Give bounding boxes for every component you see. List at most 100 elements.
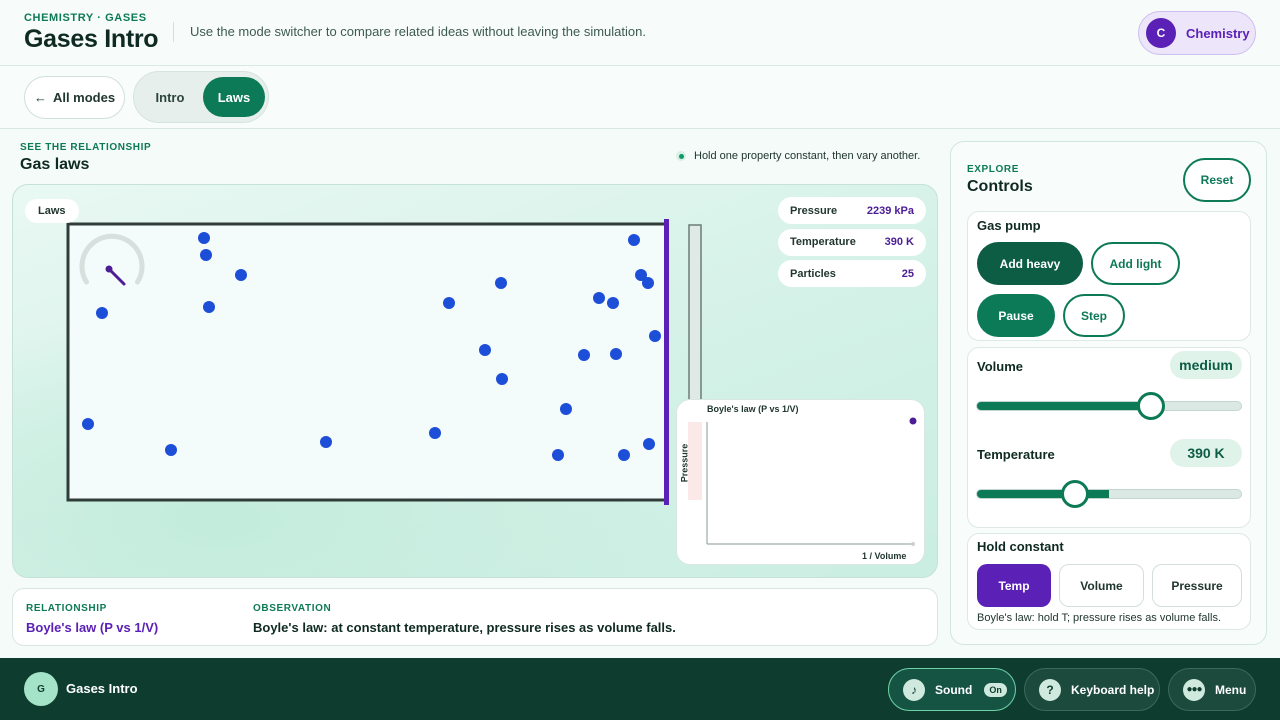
gas-particle <box>643 438 655 450</box>
footer-title: Gases Intro <box>66 681 138 696</box>
observation-text: Boyle's law: at constant temperature, pr… <box>253 620 676 635</box>
ellipsis-icon: ●●● <box>1183 678 1205 701</box>
gas-particle <box>496 373 508 385</box>
readout-value: 25 <box>901 267 914 280</box>
gas-particle <box>618 449 630 461</box>
music-note-icon: ♪ <box>903 678 925 701</box>
keyboard-help-label: Keyboard help <box>1071 682 1155 697</box>
gas-particle <box>593 292 605 304</box>
volume-slider[interactable] <box>976 392 1242 420</box>
panel-eyebrow: EXPLORE <box>967 164 1019 175</box>
add-heavy-button[interactable]: Add heavy <box>977 242 1083 285</box>
hold-volume-button[interactable]: Volume <box>1059 564 1144 607</box>
gas-particle <box>203 301 215 313</box>
temperature-slider-fill <box>977 490 1109 498</box>
pause-button[interactable]: Pause <box>977 294 1055 337</box>
gas-particle <box>443 297 455 309</box>
volume-slider-thumb[interactable] <box>1137 392 1166 420</box>
controls-panel: EXPLORE Controls Reset Gas pump Add heav… <box>950 141 1267 645</box>
gas-pump-card: Gas pump Add heavy Add light Pause Step <box>967 211 1251 341</box>
graph-origin-point <box>911 542 915 546</box>
gas-particle <box>628 234 640 246</box>
gas-particle <box>96 307 108 319</box>
sound-state-badge: On <box>984 682 1007 697</box>
readout-value: 390 K <box>884 236 914 248</box>
temperature-slider[interactable] <box>976 480 1242 508</box>
observation-label: OBSERVATION <box>253 603 332 614</box>
gas-particle <box>649 330 661 342</box>
subject-chip[interactable]: C Chemistry <box>1138 11 1256 55</box>
gas-pump-title: Gas pump <box>977 218 1041 233</box>
graph-data-point <box>909 417 917 425</box>
hold-constant-title: Hold constant <box>977 539 1064 554</box>
footer-bar: G Gases Intro ♪ Sound On ? Keyboard help… <box>0 658 1280 720</box>
mode-switcher: Intro Laws <box>133 71 269 123</box>
gas-particle <box>560 403 572 415</box>
stage-tag: Laws <box>25 199 79 223</box>
graph-plot <box>688 417 917 546</box>
gas-particle <box>235 269 247 281</box>
tab-laws[interactable]: Laws <box>203 77 265 117</box>
status-dot-icon <box>676 151 686 161</box>
gas-particle <box>642 277 654 289</box>
header-divider <box>173 22 174 42</box>
relationship-bar: RELATIONSHIP Boyle's law (P vs 1/V) OBSE… <box>12 588 938 646</box>
all-modes-button[interactable]: ← All modes <box>24 76 125 119</box>
gas-particle <box>552 449 564 461</box>
gas-particle <box>607 297 619 309</box>
reset-button[interactable]: Reset <box>1183 158 1251 202</box>
relationship-label: RELATIONSHIP <box>26 603 107 614</box>
subject-label: Chemistry <box>1186 25 1250 41</box>
temperature-value-badge: 390 K <box>1170 439 1242 467</box>
gas-particle <box>479 344 491 356</box>
pressure-tube <box>688 224 702 406</box>
readout-temperature: Temperature 390 K <box>778 228 926 256</box>
section-eyebrow: SEE THE RELATIONSHIP <box>20 142 152 153</box>
tab-intro[interactable]: Intro <box>138 77 202 117</box>
graph-x-label: 1 / Volume <box>862 551 907 561</box>
hint-text: Hold one property constant, then vary an… <box>694 150 921 162</box>
gas-particle <box>320 436 332 448</box>
section-title: Gas laws <box>20 156 90 173</box>
keyboard-help-button[interactable]: ? Keyboard help <box>1024 668 1160 711</box>
gas-particle <box>200 249 212 261</box>
readout-label: Particles <box>790 267 836 280</box>
state-sliders-card: Volume medium Temperature 390 K <box>967 347 1251 528</box>
avatar: G <box>24 672 58 706</box>
gas-particle <box>495 277 507 289</box>
all-modes-label: All modes <box>52 90 116 105</box>
volume-wall-handle[interactable] <box>664 219 669 505</box>
hold-temp-button[interactable]: Temp <box>977 564 1051 607</box>
question-icon: ? <box>1039 678 1061 701</box>
volume-slider-fill <box>977 402 1152 410</box>
pressure-bar <box>688 422 702 500</box>
step-button[interactable]: Step <box>1063 294 1125 337</box>
add-light-button[interactable]: Add light <box>1091 242 1180 285</box>
sound-label: Sound <box>935 682 973 697</box>
relationship-value: Boyle's law (P vs 1/V) <box>26 620 159 635</box>
app-header: CHEMISTRY · GASES Gases Intro Use the mo… <box>0 0 1280 66</box>
sound-toggle-button[interactable]: ♪ Sound On <box>888 668 1016 711</box>
hold-pressure-button[interactable]: Pressure <box>1152 564 1242 607</box>
menu-button[interactable]: ●●● Menu <box>1168 668 1256 711</box>
panel-title: Controls <box>967 178 1033 195</box>
gas-particle <box>82 418 94 430</box>
arrow-left-icon: ← <box>33 90 47 105</box>
readout-value: 2239 kPa <box>866 204 914 217</box>
temperature-slider-thumb[interactable] <box>1060 480 1089 508</box>
readout-label: Temperature <box>790 236 856 248</box>
avatar: C <box>1146 18 1176 48</box>
gas-particle <box>198 232 210 244</box>
readout-list: Pressure 2239 kPa Temperature 390 K Part… <box>778 197 926 292</box>
readout-pressure: Pressure 2239 kPa <box>778 197 926 224</box>
volume-value-badge: medium <box>1170 351 1242 379</box>
graph-title: Boyle's law (P vs 1/V) <box>707 404 799 414</box>
simulation-stage: Laws Pressure 2239 kPa Temperature 390 K… <box>12 184 938 578</box>
hold-constant-card: Hold constant Temp Volume Pressure Boyle… <box>967 533 1251 630</box>
hint: Hold one property constant, then vary an… <box>676 150 920 162</box>
breadcrumb: CHEMISTRY · GASES <box>24 12 147 24</box>
page-title: Gases Intro <box>24 25 159 53</box>
menu-label: Menu <box>1215 682 1247 697</box>
gas-particle <box>578 349 590 361</box>
gas-container <box>66 222 668 502</box>
